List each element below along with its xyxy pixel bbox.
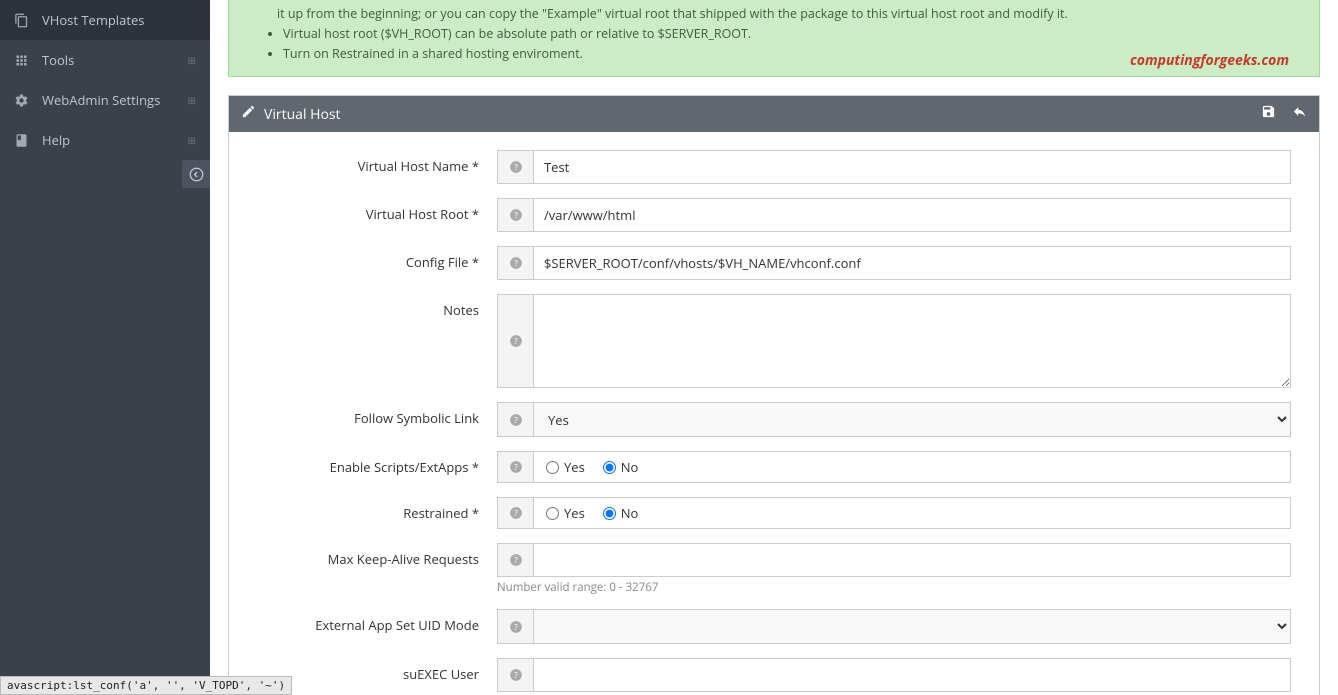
sidebar-item-tools[interactable]: Tools ⊞ [0, 40, 210, 80]
svg-text:?: ? [514, 210, 518, 221]
back-button[interactable] [1292, 104, 1307, 124]
enable-scripts-no[interactable]: No [603, 458, 639, 476]
help-icon[interactable]: ? [498, 295, 534, 387]
svg-text:?: ? [514, 462, 518, 473]
help-line: it up from the beginning; or you can cop… [277, 4, 1299, 24]
book-icon [14, 133, 34, 148]
svg-text:?: ? [514, 508, 518, 519]
panel-title: Virtual Host [264, 105, 341, 124]
save-icon [1261, 104, 1276, 119]
help-icon[interactable]: ? [498, 151, 534, 183]
main-content: it up from the beginning; or you can cop… [210, 0, 1338, 695]
label-ext-app-uid: External App Set UID Mode [249, 609, 497, 644]
svg-text:?: ? [514, 670, 518, 681]
label-notes: Notes [249, 294, 497, 388]
arrow-left-icon [189, 167, 204, 182]
label-config-file: Config File * [249, 246, 497, 280]
max-keepalive-hint: Number valid range: 0 - 32767 [497, 580, 1291, 595]
sidebar-item-label: WebAdmin Settings [42, 91, 188, 109]
notes-textarea[interactable] [534, 295, 1290, 387]
label-vhost-root: Virtual Host Root * [249, 198, 497, 232]
help-icon[interactable]: ? [498, 199, 534, 231]
sidebar-item-label: Help [42, 131, 188, 149]
follow-symlink-select[interactable]: Yes [534, 403, 1290, 436]
panel-body: Virtual Host Name * ? Virtual Host Root … [229, 132, 1319, 695]
label-max-keepalive: Max Keep-Alive Requests [249, 543, 497, 595]
help-line: Virtual host root ($VH_ROOT) can be abso… [283, 24, 1299, 44]
label-vhost-name: Virtual Host Name * [249, 150, 497, 184]
config-file-input[interactable] [534, 247, 1290, 279]
sidebar-item-label: Tools [42, 51, 188, 69]
svg-text:?: ? [514, 258, 518, 269]
sidebar-item-webadmin-settings[interactable]: WebAdmin Settings ⊞ [0, 80, 210, 120]
svg-text:?: ? [514, 555, 518, 566]
copy-icon [14, 13, 34, 28]
sidebar-item-label: VHost Templates [42, 11, 196, 29]
status-bar: avascript:lst_conf('a', '', 'V_TOPD', '~… [0, 676, 292, 695]
watermark: computingforgeeks.com [1130, 51, 1289, 70]
help-icon[interactable]: ? [498, 403, 534, 436]
help-box: it up from the beginning; or you can cop… [228, 0, 1320, 77]
grid-icon [14, 53, 34, 68]
help-icon[interactable]: ? [498, 610, 534, 643]
reply-icon [1292, 104, 1307, 119]
expand-icon: ⊞ [188, 133, 196, 147]
ext-app-uid-select[interactable] [534, 610, 1290, 643]
svg-text:?: ? [514, 414, 518, 425]
edit-icon [241, 104, 256, 124]
gear-icon [14, 93, 34, 108]
help-icon[interactable]: ? [498, 452, 534, 482]
max-keepalive-input[interactable] [534, 544, 1290, 576]
svg-text:?: ? [514, 336, 518, 347]
help-icon[interactable]: ? [498, 498, 534, 528]
collapse-sidebar-button[interactable] [182, 160, 210, 188]
panel-header: Virtual Host [229, 96, 1319, 132]
expand-icon: ⊞ [188, 93, 196, 107]
help-icon[interactable]: ? [498, 659, 534, 691]
restrained-no[interactable]: No [603, 504, 639, 522]
save-button[interactable] [1261, 104, 1276, 124]
expand-icon: ⊞ [188, 53, 196, 67]
svg-text:?: ? [514, 621, 518, 632]
restrained-yes[interactable]: Yes [546, 504, 585, 522]
vhost-name-input[interactable] [534, 151, 1290, 183]
label-enable-scripts: Enable Scripts/ExtApps * [249, 451, 497, 483]
help-icon[interactable]: ? [498, 247, 534, 279]
sidebar-item-help[interactable]: Help ⊞ [0, 120, 210, 160]
enable-scripts-yes[interactable]: Yes [546, 458, 585, 476]
label-follow-symlink: Follow Symbolic Link [249, 402, 497, 437]
sidebar-item-vhost-templates[interactable]: VHost Templates [0, 0, 210, 40]
label-restrained: Restrained * [249, 497, 497, 529]
sidebar: VHost Templates Tools ⊞ WebAdmin Setting… [0, 0, 210, 695]
suexec-user-input[interactable] [534, 659, 1290, 691]
svg-text:?: ? [514, 162, 518, 173]
vhost-root-input[interactable] [534, 199, 1290, 231]
help-icon[interactable]: ? [498, 544, 534, 576]
virtual-host-panel: Virtual Host Virtual Host Name * ? [228, 95, 1320, 695]
